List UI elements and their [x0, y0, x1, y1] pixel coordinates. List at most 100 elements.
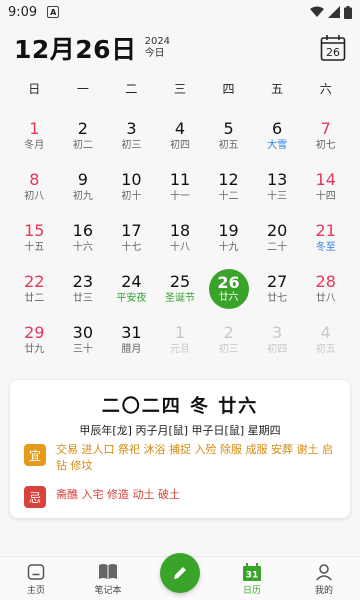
day-number: 2: [223, 323, 234, 342]
weekday-thu: 四: [222, 82, 235, 96]
day-cell[interactable]: 4 初四: [156, 114, 205, 165]
day-number: 25: [169, 272, 191, 291]
solar-term-label: 冬至: [315, 242, 336, 253]
weekday-fri: 五: [271, 82, 284, 96]
day-number: 23: [72, 272, 94, 291]
next-month-day-cell[interactable]: 4 初五: [301, 318, 350, 369]
day-cell[interactable]: 6 大雪: [253, 114, 302, 165]
day-cell[interactable]: 18 十八: [156, 216, 205, 267]
day-cell[interactable]: 2 初二: [59, 114, 108, 165]
day-number: 19: [218, 221, 239, 240]
day-number: 13: [266, 170, 288, 189]
year-today: 2024 今日: [145, 36, 170, 60]
day-number: 29: [24, 323, 45, 342]
day-cell[interactable]: 22 廿二: [10, 267, 59, 318]
calendar-icon-text: 31: [246, 571, 259, 581]
day-cell[interactable]: 12 十二: [204, 165, 253, 216]
weekday-tue: 二: [125, 82, 138, 96]
day-cell[interactable]: 28 廿八: [301, 267, 350, 318]
nav-notes-label: 笔记本: [94, 586, 122, 596]
book-icon: [99, 564, 117, 579]
lunar-label: 二十: [267, 242, 288, 253]
calendar-icon: 31: [243, 563, 261, 581]
selected-day-cell[interactable]: 26 廿六: [204, 267, 253, 318]
add-note-button[interactable]: [160, 553, 200, 593]
yi-row: 宜 交易 进人口 祭祀 沐浴 捕捉 入殓 除服 成服 安葬 谢土 启钻 修坟: [24, 442, 334, 474]
selected-day-bubble: 26 廿六: [208, 269, 249, 309]
day-cell[interactable]: 19 十九: [204, 216, 253, 267]
day-cell[interactable]: 25 圣诞节: [156, 267, 205, 318]
ji-badge: 忌: [24, 486, 46, 508]
nav-home[interactable]: 主页: [6, 563, 66, 600]
day-cell[interactable]: 27 廿七: [253, 267, 302, 318]
day-cell[interactable]: 30 三十: [59, 318, 108, 369]
lunar-label: 廿二: [24, 293, 45, 304]
next-month-day-cell[interactable]: 2 初三: [204, 318, 253, 369]
day-cell[interactable]: 5 初五: [204, 114, 253, 165]
festival-label: 平安夜: [116, 293, 147, 304]
day-number: 1: [29, 119, 40, 138]
next-month-day-cell[interactable]: 1 元旦: [156, 318, 205, 369]
lunar-label: 初四: [267, 344, 288, 355]
day-cell[interactable]: 13 十三: [253, 165, 302, 216]
day-cell[interactable]: 10 初十: [107, 165, 156, 216]
today-label[interactable]: 今日: [145, 48, 170, 60]
day-cell[interactable]: 24 平安夜: [107, 267, 156, 318]
day-cell[interactable]: 15 十五: [10, 216, 59, 267]
day-cell[interactable]: 20 二十: [253, 216, 302, 267]
next-month-day-cell[interactable]: 3 初四: [253, 318, 302, 369]
day-number: 6: [272, 119, 283, 138]
nav-notes[interactable]: 笔记本: [78, 563, 138, 600]
day-cell[interactable]: 7 初七: [301, 114, 350, 165]
lunar-label: 初十: [121, 191, 142, 202]
weekday-wed: 三: [173, 82, 186, 96]
lunar-label: 廿六: [218, 292, 239, 303]
day-cell[interactable]: 9 初九: [59, 165, 108, 216]
lunar-label: 三十: [72, 344, 93, 355]
day-number: 3: [272, 323, 283, 342]
weekday-sun: 日: [28, 82, 41, 96]
day-number: 27: [266, 272, 288, 291]
year-label: 2024: [144, 36, 171, 47]
nav-calendar[interactable]: 31 日历: [222, 563, 282, 600]
day-number: 4: [174, 119, 186, 138]
day-cell[interactable]: 29 廿九: [10, 318, 59, 369]
day-cell[interactable]: 8 初八: [10, 165, 59, 216]
header: 12月26日 2024 今日 26: [0, 30, 360, 66]
day-number: 7: [320, 119, 331, 138]
nav-mine[interactable]: 我的: [294, 563, 354, 600]
lunar-label: 初四: [169, 140, 190, 151]
day-number: 3: [126, 119, 137, 138]
day-number: 31: [121, 323, 142, 342]
home-icon: [27, 564, 45, 580]
status-bar: 9:09 A: [0, 0, 360, 24]
lunar-label: 廿三: [72, 293, 93, 304]
day-number: 17: [121, 221, 142, 240]
day-cell[interactable]: 31 腊月: [107, 318, 156, 369]
lunar-label: 廿七: [267, 293, 288, 304]
almanac-card[interactable]: 二〇二四 冬 廿六 甲辰年[龙] 丙子月[鼠] 甲子日[鼠] 星期四 宜 交易 …: [10, 380, 350, 518]
day-number: 15: [24, 221, 45, 240]
yi-items: 交易 进人口 祭祀 沐浴 捕捉 入殓 除服 成服 安葬 谢土 启钻 修坟: [56, 443, 333, 472]
lunar-label: 初五: [315, 344, 336, 355]
day-number: 20: [266, 221, 288, 240]
day-cell[interactable]: 3 初三: [107, 114, 156, 165]
day-cell[interactable]: 1 冬月: [10, 114, 59, 165]
day-cell[interactable]: 17 十七: [107, 216, 156, 267]
lunar-label: 十一: [169, 191, 190, 202]
day-cell[interactable]: 16 十六: [59, 216, 108, 267]
calendar-grid: 1 冬月 2 初二 3 初三 4 初四 5 初五 6 大雪 7 初七 8 初八 9 初九 10 初十…: [10, 114, 350, 369]
battery-icon: [344, 5, 352, 19]
lunar-label: 十七: [121, 242, 142, 253]
lunar-label: 初五: [218, 140, 239, 151]
day-cell[interactable]: 11 十一: [156, 165, 205, 216]
nav-mine-label: 我的: [314, 586, 333, 596]
day-number: 21: [315, 221, 336, 240]
day-cell[interactable]: 14 十四: [301, 165, 350, 216]
weekday-mon: 一: [76, 82, 89, 96]
calendar-jump-icon[interactable]: 26: [320, 34, 346, 62]
nav-home-label: 主页: [26, 586, 45, 596]
day-cell[interactable]: 23 廿三: [59, 267, 108, 318]
day-cell[interactable]: 21 冬至: [301, 216, 350, 267]
